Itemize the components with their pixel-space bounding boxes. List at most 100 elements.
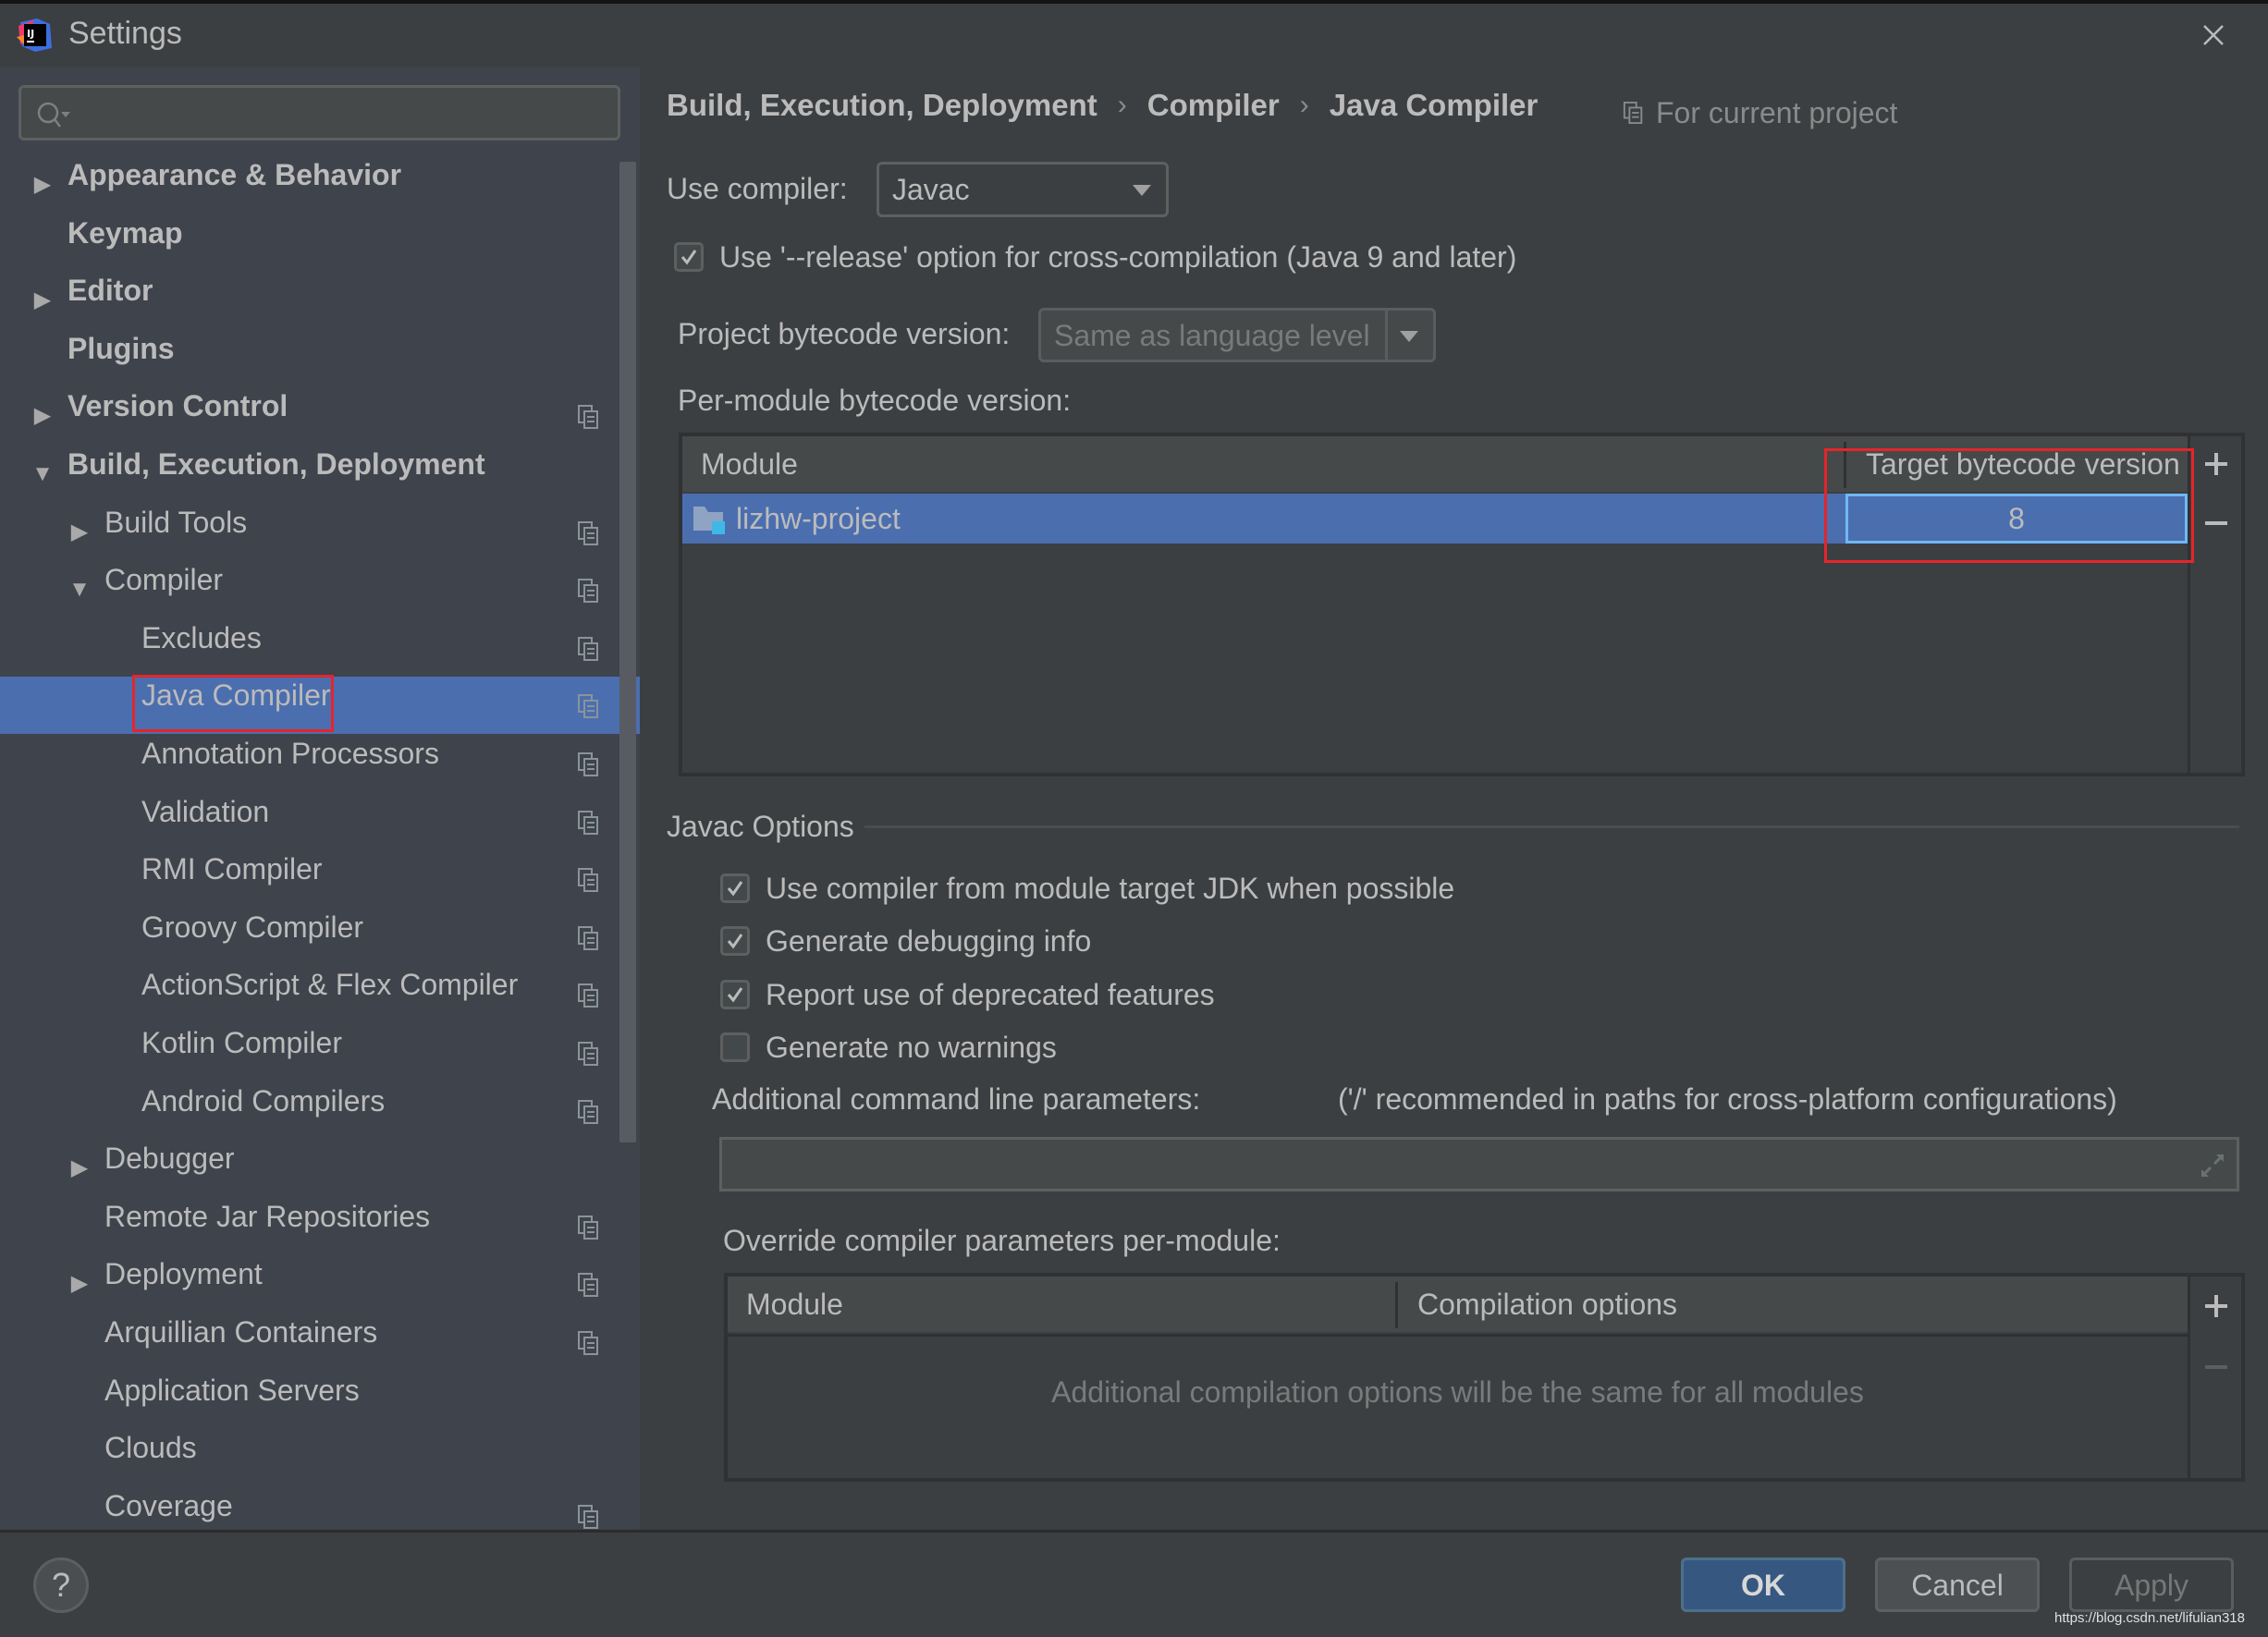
use-compiler-dropdown[interactable]: Javac (877, 162, 1169, 217)
plus-icon[interactable] (2200, 1289, 2233, 1323)
sidebar-item-label: Plugins (67, 331, 175, 365)
section-divider (864, 825, 2239, 828)
sidebar-item-groovy-compiler[interactable]: Groovy Compiler (0, 909, 640, 966)
cancel-button[interactable]: Cancel (1875, 1558, 2040, 1612)
breadcrumb-item: Compiler (1146, 88, 1280, 122)
intellij-logo-icon: IJ (17, 18, 52, 52)
collapsed-arrow-icon[interactable]: ▶ (66, 1140, 93, 1197)
javac-option-label[interactable]: Generate debugging info (766, 922, 1091, 959)
table-toolbar (2188, 436, 2241, 773)
sidebar-item-version-control[interactable]: ▶ Version Control (0, 387, 640, 445)
sidebar-item-build-tools[interactable]: ▶ Build Tools (0, 504, 640, 561)
expanded-arrow-icon[interactable]: ▼ (66, 561, 93, 618)
sidebar-item-remote-jar-repositories[interactable]: Remote Jar Repositories (0, 1198, 640, 1255)
help-button[interactable]: ? (33, 1558, 89, 1613)
sidebar-item-excludes[interactable]: Excludes (0, 619, 640, 677)
sidebar-item-kotlin-compiler[interactable]: Kotlin Compiler (0, 1024, 640, 1081)
project-scope-icon (578, 1042, 598, 1066)
javac-option-checkbox[interactable] (720, 926, 750, 956)
sidebar-scrollbar[interactable] (619, 162, 636, 1142)
scope-indicator: For current project (1623, 92, 1897, 133)
additional-params-label: Additional command line parameters: (712, 1082, 1201, 1116)
checkmark-icon (727, 987, 743, 1003)
table-header: Module Compilation options (728, 1277, 2188, 1332)
additional-params-input[interactable] (719, 1137, 2239, 1191)
project-scope-icon (578, 925, 598, 950)
collapsed-arrow-icon[interactable]: ▶ (66, 504, 93, 561)
svg-text:IJ: IJ (27, 28, 34, 40)
sidebar-item-label: Build, Execution, Deployment (67, 447, 485, 481)
sidebar-item-application-servers[interactable]: Application Servers (0, 1372, 640, 1429)
sidebar-item-label: ActionScript & Flex Compiler (141, 968, 519, 1002)
sidebar-item-annotation-processors[interactable]: Annotation Processors (0, 735, 640, 792)
minus-icon[interactable] (2200, 507, 2233, 540)
javac-option-checkbox[interactable] (720, 1032, 750, 1062)
collapsed-arrow-icon[interactable]: ▶ (29, 272, 56, 329)
close-icon[interactable] (2193, 15, 2234, 55)
minus-icon[interactable] (2200, 1350, 2233, 1384)
sidebar-item-clouds[interactable]: Clouds (0, 1429, 640, 1486)
sidebar-item-label: Arquillian Containers (104, 1315, 378, 1349)
sidebar-item-deployment[interactable]: ▶ Deployment (0, 1255, 640, 1313)
sidebar-item-android-compilers[interactable]: Android Compilers (0, 1082, 640, 1140)
release-option-label[interactable]: Use '--release' option for cross-compila… (719, 238, 1516, 275)
javac-option-label[interactable]: Report use of deprecated features (766, 976, 1215, 1013)
per-module-bytecode-label: Per-module bytecode version: (678, 384, 1072, 417)
sidebar-item-debugger[interactable]: ▶ Debugger (0, 1140, 640, 1197)
sidebar-item-label: RMI Compiler (141, 852, 323, 886)
window-title: Settings (68, 16, 182, 51)
project-scope-icon (578, 405, 598, 430)
release-option-checkbox[interactable] (674, 242, 704, 272)
ok-button[interactable]: OK (1681, 1558, 1845, 1612)
sidebar-item-appearance-behavior[interactable]: ▶ Appearance & Behavior (0, 156, 640, 214)
column-header-module[interactable]: Module (701, 436, 798, 492)
dropdown-divider (1385, 311, 1388, 360)
sidebar-item-label: Deployment (104, 1257, 263, 1291)
sidebar-item-label: Android Compilers (141, 1083, 386, 1118)
javac-option-label[interactable]: Use compiler from module target JDK when… (766, 870, 1454, 907)
expanded-arrow-icon[interactable]: ▼ (29, 446, 56, 503)
expand-icon[interactable] (2198, 1151, 2227, 1180)
collapsed-arrow-icon[interactable]: ▶ (29, 156, 56, 214)
search-icon (37, 102, 70, 128)
sidebar-item-label: Coverage (104, 1488, 233, 1522)
project-bytecode-value: Same as language level (1054, 319, 1370, 352)
column-divider[interactable] (1395, 1282, 1398, 1328)
column-header-module[interactable]: Module (746, 1277, 843, 1332)
additional-params-hint: ('/' recommended in paths for cross-plat… (1338, 1082, 2117, 1116)
sidebar-item-label: Version Control (67, 389, 288, 423)
plus-icon[interactable] (2200, 447, 2233, 481)
javac-option-checkbox[interactable] (720, 873, 750, 903)
sidebar-item-compiler[interactable]: ▼ Compiler (0, 561, 640, 618)
scope-label: For current project (1656, 95, 1898, 129)
collapsed-arrow-icon[interactable]: ▶ (66, 1255, 93, 1313)
sidebar-item-label: Debugger (104, 1142, 235, 1176)
project-scope-icon (578, 1331, 598, 1355)
sidebar-item-plugins[interactable]: Plugins (0, 330, 640, 387)
javac-option-label[interactable]: Generate no warnings (766, 1029, 1057, 1066)
project-scope-icon (578, 636, 598, 661)
sidebar-item-validation[interactable]: Validation (0, 793, 640, 850)
apply-button[interactable]: Apply (2069, 1558, 2234, 1612)
project-scope-icon (578, 810, 598, 835)
sidebar-item-actionscript-flex-compiler[interactable]: ActionScript & Flex Compiler (0, 966, 640, 1023)
sidebar-item-editor[interactable]: ▶ Editor (0, 272, 640, 329)
sidebar-item-build-execution-deployment[interactable]: ▼ Build, Execution, Deployment (0, 446, 640, 503)
checkmark-icon (680, 250, 697, 265)
sidebar-item-label: Compiler (104, 563, 224, 597)
sidebar-item-label: Remote Jar Repositories (104, 1199, 431, 1233)
table-toolbar (2188, 1277, 2241, 1478)
breadcrumb-item-current: Java Compiler (1329, 88, 1539, 122)
collapsed-arrow-icon[interactable]: ▶ (29, 387, 56, 445)
sidebar-item-arquillian-containers[interactable]: Arquillian Containers (0, 1313, 640, 1371)
column-header-compilation-options[interactable]: Compilation options (1417, 1277, 1677, 1332)
project-bytecode-dropdown[interactable]: Same as language level (1038, 308, 1436, 362)
javac-option-checkbox[interactable] (720, 980, 750, 1009)
module-name-cell: lizhw-project (736, 502, 901, 535)
sidebar-item-label: Application Servers (104, 1373, 360, 1407)
chevron-down-icon (1400, 331, 1418, 342)
sidebar-item-keymap[interactable]: Keymap (0, 214, 640, 272)
settings-search-input[interactable] (18, 85, 620, 140)
use-compiler-label: Use compiler: (667, 172, 848, 205)
sidebar-item-rmi-compiler[interactable]: RMI Compiler (0, 850, 640, 908)
